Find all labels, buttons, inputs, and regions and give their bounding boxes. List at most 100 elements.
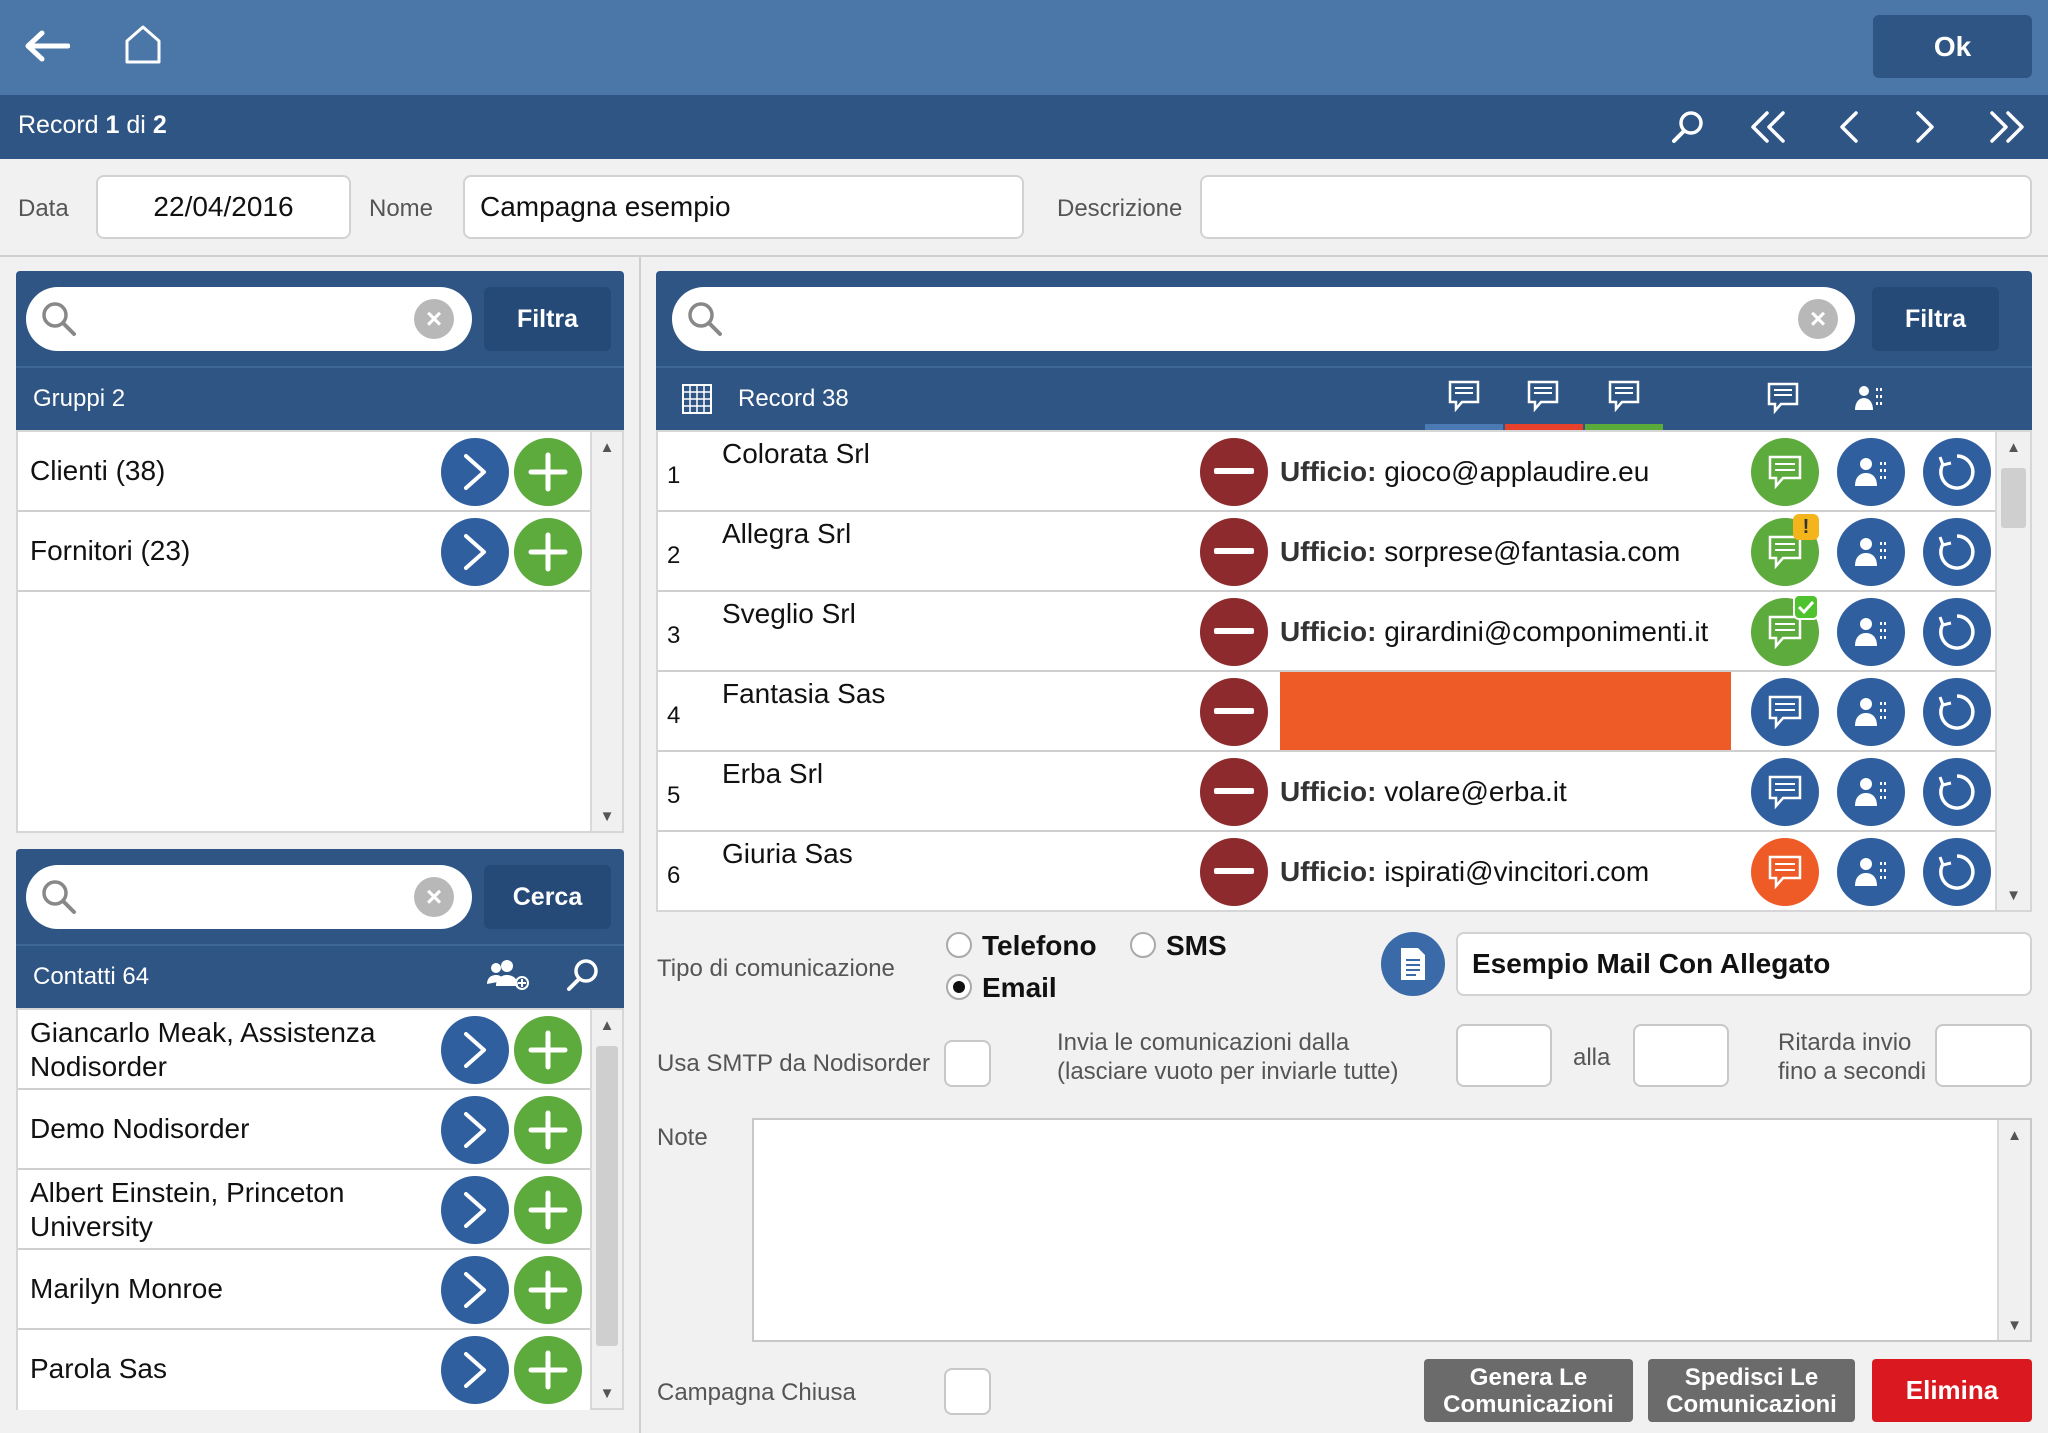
scroll-up-icon[interactable]: ▲ [592, 432, 622, 462]
descrizione-field[interactable] [1200, 175, 2032, 239]
search-icon[interactable] [566, 958, 600, 992]
scroll-up-icon[interactable]: ▲ [1999, 1120, 2030, 1150]
refresh-icon[interactable] [1923, 438, 1991, 506]
scroll-down-icon[interactable]: ▼ [1997, 880, 2030, 910]
spedisci-comunicazioni-button[interactable]: Spedisci Le Comunicazioni [1648, 1359, 1855, 1422]
refresh-icon[interactable] [1923, 678, 1991, 746]
table-row[interactable]: 4 Fantasia Sas [658, 672, 1995, 752]
scroll-down-icon[interactable]: ▼ [592, 801, 622, 831]
add-group-users-icon[interactable] [485, 958, 529, 992]
last-record-icon[interactable] [1988, 110, 2026, 144]
message-icon[interactable] [1751, 438, 1819, 506]
template-document-icon[interactable] [1381, 932, 1445, 996]
table-grid-icon[interactable] [682, 384, 712, 414]
open-arrow-icon[interactable] [441, 1016, 509, 1084]
missing-email-highlight[interactable] [1280, 672, 1731, 750]
message-blue-icon[interactable] [1448, 380, 1480, 412]
open-arrow-icon[interactable] [441, 518, 509, 586]
add-icon[interactable] [514, 1256, 582, 1324]
contact-card-icon[interactable] [1837, 438, 1905, 506]
records-scrollbar[interactable]: ▲ ▼ [1995, 432, 2030, 910]
list-item[interactable]: Fornitori (23) [18, 512, 590, 592]
message-green-icon[interactable] [1608, 380, 1640, 412]
sms-radio[interactable] [1130, 932, 1156, 958]
list-item[interactable]: Marilyn Monroe [18, 1250, 590, 1330]
add-icon[interactable] [514, 1096, 582, 1164]
remove-icon[interactable] [1200, 678, 1268, 746]
remove-icon[interactable] [1200, 598, 1268, 666]
scroll-up-icon[interactable]: ▲ [592, 1010, 622, 1040]
add-icon[interactable] [514, 1016, 582, 1084]
contact-card-icon[interactable] [1837, 598, 1905, 666]
list-item[interactable]: Giancarlo Meak, Assistenza Nodisorder [18, 1010, 590, 1090]
open-arrow-icon[interactable] [441, 1176, 509, 1244]
add-icon[interactable] [514, 438, 582, 506]
open-arrow-icon[interactable] [441, 1096, 509, 1164]
campagna-chiusa-checkbox[interactable] [944, 1368, 991, 1415]
grid-search-input[interactable]: × [672, 287, 1855, 351]
open-arrow-icon[interactable] [441, 438, 509, 506]
note-scrollbar[interactable]: ▲ ▼ [1997, 1120, 2030, 1340]
add-icon[interactable] [514, 518, 582, 586]
scroll-thumb[interactable] [2001, 468, 2026, 528]
nome-field[interactable]: Campagna esempio [463, 175, 1024, 239]
remove-icon[interactable] [1200, 758, 1268, 826]
scroll-up-icon[interactable]: ▲ [1997, 432, 2030, 462]
table-row[interactable]: 2 Allegra Srl Ufficio: sorprese@fantasia… [658, 512, 1995, 592]
message-icon[interactable] [1751, 838, 1819, 906]
note-textarea[interactable]: ▲ ▼ [752, 1118, 2032, 1342]
refresh-icon[interactable] [1923, 758, 1991, 826]
remove-icon[interactable] [1200, 438, 1268, 506]
telefono-radio[interactable] [946, 932, 972, 958]
table-row[interactable]: 6 Giuria Sas Ufficio: ispirati@vincitori… [658, 832, 1995, 910]
template-field[interactable]: Esempio Mail Con Allegato [1456, 932, 2032, 996]
clear-icon[interactable]: × [414, 299, 454, 339]
next-record-icon[interactable] [1914, 110, 1938, 144]
list-item[interactable]: Parola Sas [18, 1330, 590, 1410]
ok-button[interactable]: Ok [1873, 15, 2032, 78]
contact-card-icon[interactable] [1837, 758, 1905, 826]
message-icon[interactable] [1751, 678, 1819, 746]
search-icon[interactable] [1671, 110, 1705, 144]
message-icon[interactable] [1751, 758, 1819, 826]
arrow-left-icon[interactable] [24, 28, 70, 64]
add-icon[interactable] [514, 1336, 582, 1404]
open-arrow-icon[interactable] [441, 1336, 509, 1404]
scroll-thumb[interactable] [596, 1046, 618, 1346]
data-field[interactable]: 22/04/2016 [96, 175, 351, 239]
refresh-icon[interactable] [1923, 598, 1991, 666]
invia-to-field[interactable] [1633, 1024, 1729, 1087]
list-item[interactable]: Demo Nodisorder [18, 1090, 590, 1170]
add-icon[interactable] [514, 1176, 582, 1244]
remove-icon[interactable] [1200, 838, 1268, 906]
smtp-checkbox[interactable] [944, 1040, 991, 1087]
groups-filter-button[interactable]: Filtra [484, 287, 611, 351]
clear-icon[interactable]: × [414, 877, 454, 917]
contact-card-icon[interactable] [1837, 838, 1905, 906]
groups-scrollbar[interactable]: ▲ ▼ [590, 432, 622, 831]
contact-card-icon[interactable] [1853, 382, 1885, 414]
ritarda-field[interactable] [1935, 1024, 2032, 1087]
list-item[interactable]: Albert Einstein, Princeton University [18, 1170, 590, 1250]
contact-card-icon[interactable] [1837, 518, 1905, 586]
elimina-button[interactable]: Elimina [1872, 1359, 2032, 1422]
scroll-down-icon[interactable]: ▼ [1999, 1310, 2030, 1340]
message-icon[interactable] [1767, 382, 1799, 414]
table-row[interactable]: 3 Sveglio Srl Ufficio: girardini@componi… [658, 592, 1995, 672]
previous-record-icon[interactable] [1836, 110, 1860, 144]
refresh-icon[interactable] [1923, 838, 1991, 906]
invia-from-field[interactable] [1456, 1024, 1552, 1087]
open-arrow-icon[interactable] [441, 1256, 509, 1324]
scroll-down-icon[interactable]: ▼ [592, 1378, 622, 1408]
list-item[interactable]: Clienti (38) [18, 432, 590, 512]
contact-card-icon[interactable] [1837, 678, 1905, 746]
table-row[interactable]: 1 Colorata Srl Ufficio: gioco@applaudire… [658, 432, 1995, 512]
contacts-scrollbar[interactable]: ▲ ▼ [590, 1010, 622, 1408]
genera-comunicazioni-button[interactable]: Genera Le Comunicazioni [1424, 1359, 1633, 1422]
contacts-search-input[interactable]: × [26, 865, 472, 929]
groups-search-input[interactable]: × [26, 287, 472, 351]
contacts-search-button[interactable]: Cerca [484, 865, 611, 929]
first-record-icon[interactable] [1749, 110, 1787, 144]
remove-icon[interactable] [1200, 518, 1268, 586]
grid-filter-button[interactable]: Filtra [1872, 287, 1999, 351]
